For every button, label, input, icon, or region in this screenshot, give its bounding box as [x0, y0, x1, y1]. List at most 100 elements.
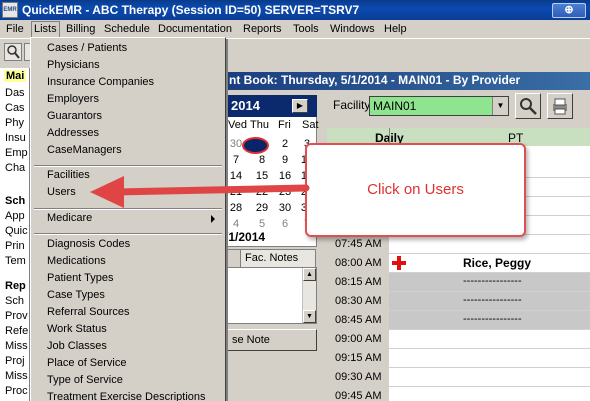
schedule-slot[interactable]: 09:45 AM	[327, 387, 590, 401]
nav-item[interactable]: Refe	[5, 325, 28, 337]
calendar-day[interactable]: 29	[253, 202, 271, 214]
calendar-day[interactable]: 14	[227, 170, 245, 182]
menu-item-referral-sources[interactable]: Referral Sources	[47, 306, 130, 318]
nav-item[interactable]: Miss	[5, 340, 28, 352]
scroll-down-icon[interactable]: ▼	[303, 310, 316, 323]
menu-item-employers[interactable]: Employers	[47, 93, 99, 105]
menu-file[interactable]: File	[4, 22, 26, 37]
menu-item-medicare[interactable]: Medicare	[47, 212, 92, 224]
calendar-day[interactable]: 28	[227, 202, 245, 214]
calendar-day[interactable]: 21	[227, 186, 245, 198]
menu-item-casemanagers[interactable]: CaseManagers	[47, 144, 122, 156]
schedule-slot[interactable]: 09:00 AM	[327, 330, 590, 349]
facility-select[interactable]: MAIN01 ▼	[369, 96, 509, 116]
window-control-button[interactable]: ⊕	[552, 3, 586, 18]
menu-item-work-status[interactable]: Work Status	[47, 323, 107, 335]
nav-item[interactable]: Prin	[5, 240, 25, 252]
schedule-slot[interactable]: 08:15 AM ----------------	[327, 273, 590, 292]
nav-item[interactable]: Cha	[5, 162, 25, 174]
slot-cell[interactable]	[389, 387, 590, 401]
schedule-slot[interactable]: 08:00 AM Rice, Peggy	[327, 254, 590, 273]
nav-item[interactable]: Quic	[5, 225, 28, 237]
schedule-slot[interactable]: 08:45 AM ----------------	[327, 311, 590, 330]
menu-item-patient-types[interactable]: Patient Types	[47, 272, 113, 284]
menu-windows[interactable]: Windows	[328, 22, 377, 37]
slot-cell[interactable]	[389, 349, 590, 367]
scroll-up-icon[interactable]: ▲	[303, 268, 316, 281]
nav-item[interactable]: Prov	[5, 310, 28, 322]
calendar-day[interactable]: 16	[276, 170, 294, 182]
slot-cell[interactable]	[389, 330, 590, 348]
notes-scrollbar[interactable]: ▲ ▼	[302, 268, 316, 323]
nav-item[interactable]: Phy	[5, 117, 24, 129]
nav-item[interactable]: Proc	[5, 385, 28, 397]
nav-item[interactable]: Miss	[5, 370, 28, 382]
slot-time: 09:30 AM	[335, 371, 382, 383]
notes-textarea[interactable]: ▲ ▼	[225, 267, 317, 324]
nav-item[interactable]: Mai	[4, 70, 27, 82]
find-patient-button[interactable]	[515, 93, 541, 119]
nav-item[interactable]: Sch	[5, 295, 24, 307]
menu-item-facilities[interactable]: Facilities	[47, 169, 90, 181]
menu-item-treatment-exercise-descriptions[interactable]: Treatment Exercise Descriptions	[47, 391, 206, 401]
calendar-day[interactable]: 7	[227, 154, 245, 166]
slot-cell[interactable]: ----------------	[389, 273, 590, 291]
chevron-down-icon[interactable]: ▼	[492, 97, 508, 115]
calendar-day[interactable]: 6	[276, 218, 294, 230]
menu-item-place-of-service[interactable]: Place of Service	[47, 357, 126, 369]
menu-item-medications[interactable]: Medications	[47, 255, 106, 267]
menu-item-diagnosis-codes[interactable]: Diagnosis Codes	[47, 238, 130, 250]
toolbar-search-button[interactable]	[4, 43, 22, 61]
nav-item[interactable]: Cas	[5, 102, 25, 114]
calendar-day[interactable]: 2	[276, 138, 294, 150]
nav-item[interactable]: Insu	[5, 132, 26, 144]
calendar-day[interactable]: 9	[276, 154, 294, 166]
menu-billing[interactable]: Billing	[64, 22, 97, 37]
slot-cell[interactable]: ----------------	[389, 292, 590, 310]
nav-item[interactable]: Sch	[5, 195, 25, 207]
menu-item-addresses[interactable]: Addresses	[47, 127, 99, 139]
menu-item-insurance-companies[interactable]: Insurance Companies	[47, 76, 154, 88]
calendar-day[interactable]: 22	[253, 186, 271, 198]
calendar-day[interactable]: 23	[276, 186, 294, 198]
nav-item[interactable]: Proj	[5, 355, 25, 367]
slot-cell[interactable]	[389, 235, 590, 253]
menu-item-guarantors[interactable]: Guarantors	[47, 110, 102, 122]
nav-item[interactable]: Das	[5, 87, 25, 99]
menu-documentation[interactable]: Documentation	[156, 22, 234, 37]
calendar-day[interactable]: 4	[227, 218, 245, 230]
slot-cell[interactable]: ----------------	[389, 311, 590, 329]
calendar-next-button[interactable]: ▶	[292, 99, 308, 113]
menu-tools[interactable]: Tools	[291, 22, 321, 37]
tab-fac-notes[interactable]: Fac. Notes	[240, 249, 316, 267]
menu-reports[interactable]: Reports	[241, 22, 284, 37]
menu-item-type-of-service[interactable]: Type of Service	[47, 374, 123, 386]
tab-blank[interactable]	[225, 249, 242, 267]
schedule-slot[interactable]: 09:30 AM	[327, 368, 590, 387]
slot-cell[interactable]: Rice, Peggy	[389, 254, 590, 272]
menu-item-case-types[interactable]: Case Types	[47, 289, 105, 301]
slot-text: ----------------	[463, 294, 522, 306]
schedule-slot[interactable]: 08:30 AM ----------------	[327, 292, 590, 311]
calendar-day[interactable]: 8	[253, 154, 271, 166]
nav-item[interactable]: Emp	[5, 147, 28, 159]
print-button[interactable]	[547, 93, 573, 119]
menu-item-cases-patients[interactable]: Cases / Patients	[47, 42, 127, 54]
menu-lists[interactable]: Lists	[31, 21, 60, 38]
menu-item-job-classes[interactable]: Job Classes	[47, 340, 107, 352]
schedule-slot[interactable]: 07:45 AM	[327, 235, 590, 254]
nav-item[interactable]: App	[5, 210, 25, 222]
nav-item[interactable]: Rep	[5, 280, 26, 292]
note-button[interactable]: se Note	[225, 329, 317, 351]
calendar-day[interactable]: 30	[276, 202, 294, 214]
menu-item-physicians[interactable]: Physicians	[47, 59, 100, 71]
calendar-day[interactable]: 5	[253, 218, 271, 230]
nav-item[interactable]: Tem	[5, 255, 26, 267]
menu-schedule[interactable]: Schedule	[102, 22, 152, 37]
menu-item-users[interactable]: Users	[47, 186, 76, 198]
menu-bar: File Lists Billing Schedule Documentatio…	[0, 20, 590, 38]
menu-help[interactable]: Help	[382, 22, 409, 37]
slot-cell[interactable]	[389, 368, 590, 386]
schedule-slot[interactable]: 09:15 AM	[327, 349, 590, 368]
calendar-day[interactable]: 15	[253, 170, 271, 182]
